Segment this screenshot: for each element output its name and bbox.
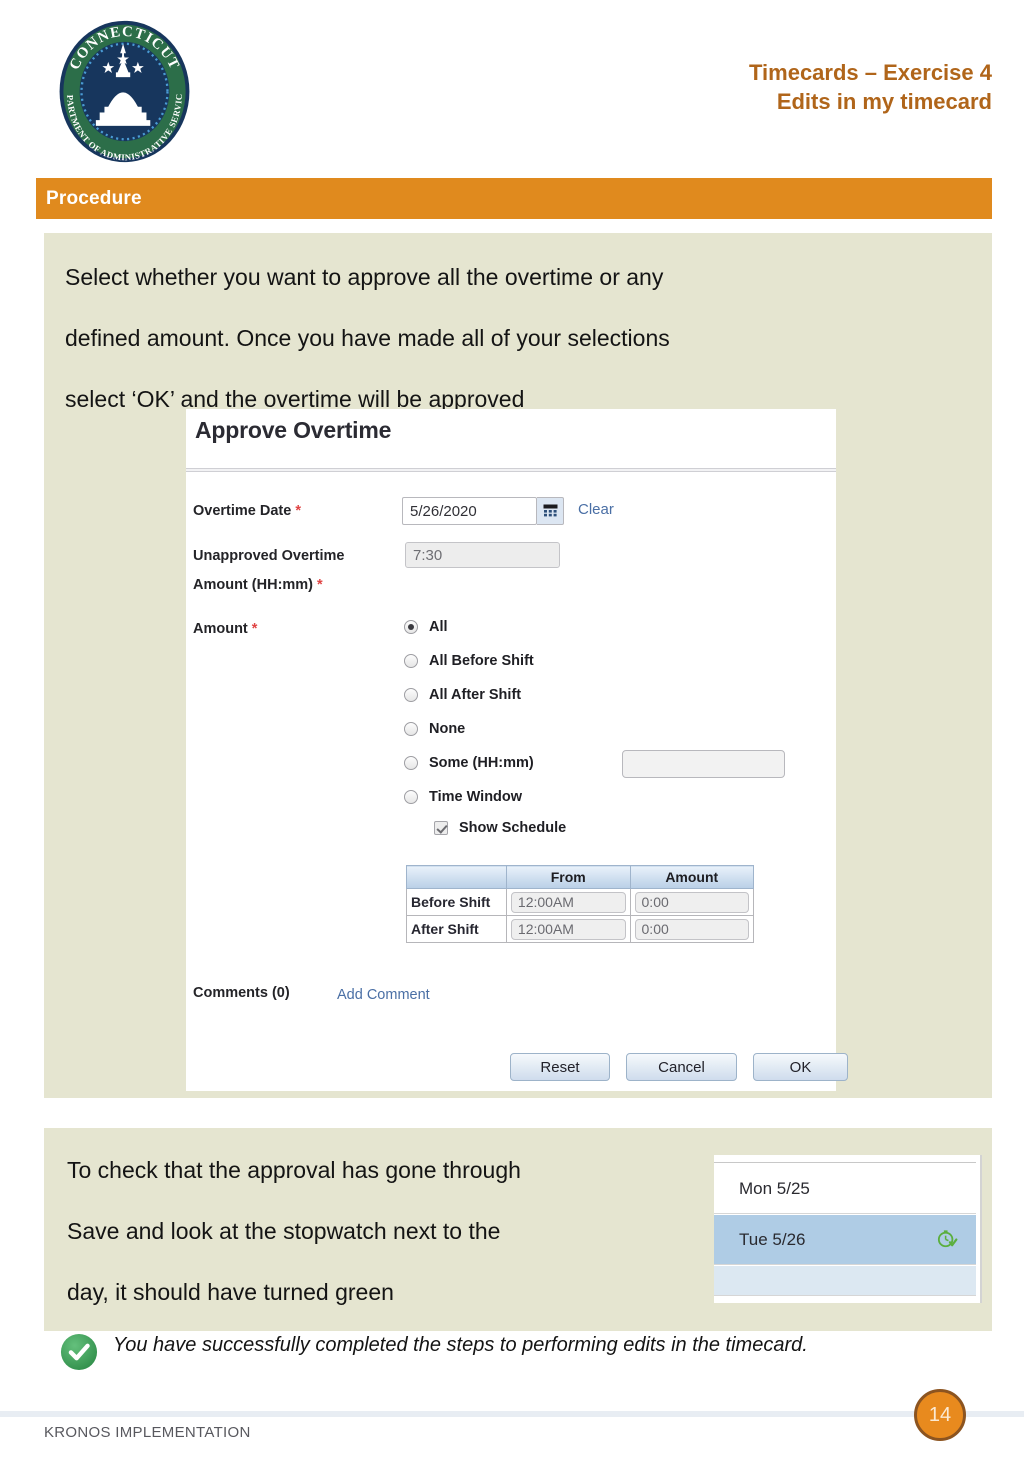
timecard-row-mon-label: Mon 5/25 bbox=[739, 1178, 810, 1198]
schedule-header-from: From bbox=[505, 865, 631, 889]
radio-option-all-before-shift[interactable]: All Before Shift bbox=[404, 651, 534, 671]
reset-button[interactable]: Reset bbox=[510, 1053, 610, 1081]
required-asterisk: * bbox=[251, 621, 258, 637]
connecticut-das-seal-logo: CONNECTICUT DEPARTMENT OF ADMINISTRATIVE… bbox=[45, 9, 202, 165]
radio-icon-none[interactable] bbox=[404, 722, 418, 736]
timecard-row-mon[interactable]: Mon 5/25 bbox=[714, 1164, 976, 1214]
unapproved-overtime-label-line2: Amount (HH:mm) * bbox=[193, 577, 323, 593]
instruction-text-bottom: To check that the approval has gone thro… bbox=[67, 1140, 521, 1323]
unapproved-overtime-label-line1: Unapproved Overtime bbox=[193, 548, 345, 564]
instruction-text-top: Select whether you want to approve all t… bbox=[65, 247, 670, 430]
required-asterisk: * bbox=[317, 577, 323, 593]
schedule-header-amount: Amount bbox=[629, 865, 755, 889]
dialog-title: Approve Overtime bbox=[195, 417, 392, 443]
radio-option-some[interactable]: Some (HH:mm) bbox=[404, 753, 534, 773]
clear-date-link[interactable]: Clear bbox=[578, 501, 614, 518]
radio-label-time-window: Time Window bbox=[429, 789, 523, 805]
schedule-row-label-before-shift: Before Shift bbox=[406, 888, 507, 916]
schedule-header-blank bbox=[406, 865, 507, 889]
instruction-top-line1: Select whether you want to approve all t… bbox=[65, 264, 664, 290]
timecard-day-rows-screenshot: Mon 5/25 Tue 5/26 bbox=[714, 1155, 982, 1303]
instruction-bottom-line2: Save and look at the stopwatch next to t… bbox=[67, 1218, 501, 1244]
stopwatch-approved-icon bbox=[937, 1230, 958, 1248]
schedule-table: From Amount Before Shift 12:00AM 0:00 Af… bbox=[406, 865, 755, 943]
cancel-button[interactable]: Cancel bbox=[626, 1053, 737, 1081]
instruction-top-line2: defined amount. Once you have made all o… bbox=[65, 325, 670, 351]
required-asterisk: * bbox=[295, 503, 302, 519]
overtime-date-label-text: Overtime Date bbox=[193, 503, 292, 519]
radio-label-all: All bbox=[429, 619, 448, 635]
timecard-row-tue-label: Tue 5/26 bbox=[739, 1229, 806, 1249]
radio-option-time-window[interactable]: Time Window bbox=[404, 787, 522, 807]
some-amount-input[interactable] bbox=[622, 750, 785, 778]
radio-label-some: Some (HH:mm) bbox=[429, 755, 534, 771]
radio-option-all-after-shift[interactable]: All After Shift bbox=[404, 685, 521, 705]
slide: CONNECTICUT DEPARTMENT OF ADMINISTRATIVE… bbox=[0, 0, 1024, 1479]
overtime-date-input[interactable]: 5/26/2020 bbox=[402, 497, 537, 525]
page-title-line2: Edits in my timecard bbox=[776, 89, 992, 114]
approve-overtime-dialog: Approve Overtime Overtime Date * 5/26/20… bbox=[186, 409, 848, 1091]
footer-divider bbox=[0, 1411, 1024, 1417]
show-schedule-checkbox-row[interactable]: Show Schedule bbox=[434, 820, 566, 836]
schedule-table-header-row: From Amount bbox=[406, 865, 755, 889]
page-title-line1: Timecards – Exercise 4 bbox=[749, 60, 992, 85]
comments-label: Comments (0) bbox=[193, 985, 290, 1001]
amount-label: Amount * bbox=[193, 621, 257, 637]
schedule-row-label-after-shift: After Shift bbox=[406, 915, 507, 943]
schedule-cell-before-from[interactable]: 12:00AM bbox=[505, 888, 631, 916]
radio-icon-all-before-shift[interactable] bbox=[404, 654, 418, 668]
page-number-badge: 14 bbox=[914, 1389, 966, 1441]
before-shift-from-input[interactable]: 12:00AM bbox=[510, 891, 626, 913]
amount-label-text: Amount bbox=[193, 621, 248, 637]
section-header-bar: Procedure bbox=[36, 178, 992, 219]
unapproved-overtime-label-line2-text: Amount (HH:mm) bbox=[193, 577, 314, 593]
radio-label-all-before-shift: All Before Shift bbox=[429, 653, 534, 669]
check-circle-icon bbox=[60, 1333, 98, 1371]
instruction-bottom-line1: To check that the approval has gone thro… bbox=[67, 1157, 521, 1183]
section-header-label: Procedure bbox=[46, 187, 142, 209]
radio-label-all-after-shift: All After Shift bbox=[429, 687, 522, 703]
radio-option-none[interactable]: None bbox=[404, 719, 465, 739]
before-shift-amount-input[interactable]: 0:00 bbox=[634, 891, 749, 913]
calendar-picker-button[interactable] bbox=[537, 497, 564, 525]
checkbox-icon-show-schedule[interactable] bbox=[434, 821, 448, 835]
schedule-cell-before-amount[interactable]: 0:00 bbox=[629, 888, 755, 916]
instruction-bottom-line3: day, it should have turned green bbox=[67, 1279, 394, 1305]
calendar-icon bbox=[543, 504, 557, 516]
ok-button[interactable]: OK bbox=[753, 1053, 848, 1081]
radio-option-all[interactable]: All bbox=[404, 617, 448, 637]
show-schedule-label: Show Schedule bbox=[459, 820, 567, 836]
radio-icon-some[interactable] bbox=[404, 756, 418, 770]
success-message: You have successfully completed the step… bbox=[113, 1334, 808, 1356]
radio-icon-time-window[interactable] bbox=[404, 790, 418, 804]
after-shift-from-input[interactable]: 12:00AM bbox=[510, 918, 626, 940]
table-row: After Shift 12:00AM 0:00 bbox=[406, 915, 755, 943]
timecard-row-next[interactable] bbox=[714, 1266, 976, 1296]
after-shift-amount-input[interactable]: 0:00 bbox=[634, 918, 749, 940]
radio-icon-all-after-shift[interactable] bbox=[404, 688, 418, 702]
unapproved-overtime-value: 7:30 bbox=[405, 542, 560, 568]
schedule-cell-after-amount[interactable]: 0:00 bbox=[629, 915, 755, 943]
timecard-row-tue[interactable]: Tue 5/26 bbox=[714, 1215, 976, 1265]
timecard-top-strip bbox=[714, 1155, 976, 1163]
table-row: Before Shift 12:00AM 0:00 bbox=[406, 888, 755, 916]
overtime-date-label: Overtime Date * bbox=[193, 503, 301, 519]
radio-label-none: None bbox=[429, 721, 466, 737]
schedule-cell-after-from[interactable]: 12:00AM bbox=[505, 915, 631, 943]
radio-icon-all[interactable] bbox=[404, 620, 418, 634]
add-comment-link[interactable]: Add Comment bbox=[337, 987, 430, 1003]
footer-label: KRONOS IMPLEMENTATION bbox=[44, 1424, 251, 1441]
page-title: Timecards – Exercise 4 Edits in my timec… bbox=[432, 58, 992, 116]
dialog-title-divider bbox=[186, 467, 836, 474]
